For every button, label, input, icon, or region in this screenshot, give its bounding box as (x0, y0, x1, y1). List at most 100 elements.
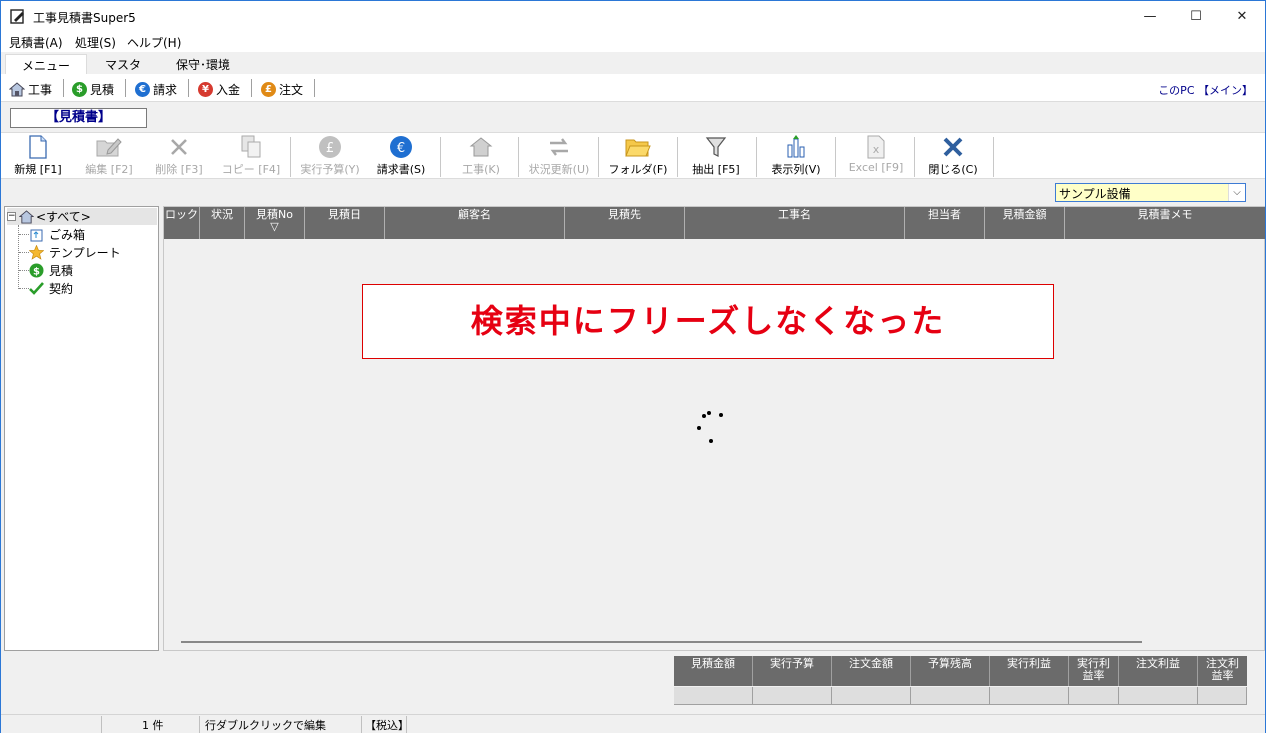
delete-button[interactable]: 削除 [F3] (147, 135, 211, 177)
status-divider (361, 716, 362, 733)
pound-coin-icon: £ (261, 81, 276, 97)
tree-item-estimate[interactable]: $ 見積 (29, 262, 73, 279)
pound-coin-icon: £ (319, 136, 341, 158)
tab-menu[interactable]: メニュー (5, 54, 87, 74)
column-estimate-amount[interactable]: 見積金額 (985, 207, 1065, 239)
summary-header-execution-margin: 実行利 益率 (1069, 656, 1119, 686)
euro-coin-icon: € (135, 81, 150, 97)
excel-button[interactable]: x Excel [F9] (842, 135, 910, 177)
menu-bar: 見積書(A) 処理(S) ヘルプ(H) (1, 32, 1265, 52)
nav-divider (188, 79, 189, 97)
edit-button[interactable]: 編集 [F2] (77, 135, 141, 177)
folder-tree: − <すべて> ごみ箱 テンプレート $ 見積 契約 (4, 206, 159, 651)
action-toolbar: 新規 [F1] 編集 [F2] 削除 [F3] コピー [F4] £ 実行予算(… (1, 132, 1265, 179)
folder-button[interactable]: フォルダ(F) (604, 135, 672, 177)
menu-estimate[interactable]: 見積書(A) (9, 34, 63, 51)
company-select-value: サンプル設備 (1059, 187, 1131, 201)
columns-chart-icon (787, 135, 805, 158)
record-count: 1 件 (142, 719, 164, 732)
refresh-arrows-icon (550, 138, 568, 156)
tree-item-template[interactable]: テンプレート (29, 244, 121, 261)
nav-bar: 工事 $ 見積 € 請求 ¥ 入金 £ 注文 このPC 【メイン】 (1, 74, 1265, 102)
status-hint: 行ダブルクリックで編集 (205, 719, 326, 732)
menu-process[interactable]: 処理(S) (75, 34, 116, 51)
app-logo-icon (10, 9, 24, 24)
close-button[interactable]: 閉じる(C) (921, 135, 985, 177)
toolbar-divider (290, 137, 291, 177)
toolbar-divider (677, 137, 678, 177)
dollar-coin-icon: $ (72, 81, 87, 97)
tax-indicator: 【税込】 (365, 719, 409, 732)
grid-header: ロック 状況 見積No ▽ 見積日 顧客名 見積先 工事名 担当者 見積金額 見… (164, 207, 1265, 239)
minimize-button[interactable]: — (1127, 1, 1173, 32)
nav-construction[interactable]: 工事 (9, 80, 52, 98)
section-title: 【見積書】 (10, 108, 147, 128)
column-estimate-date[interactable]: 見積日 (305, 207, 385, 239)
column-person-in-charge[interactable]: 担当者 (905, 207, 985, 239)
toolbar-divider (598, 137, 599, 177)
star-icon (29, 245, 44, 260)
tree-root-all[interactable]: − <すべて> (7, 208, 157, 225)
close-window-button[interactable]: ✕ (1219, 1, 1265, 32)
nav-construction-label: 工事 (28, 82, 53, 97)
toolbar-divider (914, 137, 915, 177)
house-icon (469, 137, 493, 157)
nav-divider (314, 79, 315, 97)
display-columns-button[interactable]: 表示列(V) (764, 135, 828, 177)
summary-value-cell (674, 687, 753, 705)
company-select[interactable]: サンプル設備 ⌵ (1055, 183, 1246, 202)
column-estimate-memo[interactable]: 見積書メモ (1065, 207, 1265, 239)
summary-value-cell (1119, 687, 1198, 705)
tree-connector (19, 288, 29, 289)
location-label: このPC 【メイン】 (1158, 84, 1253, 97)
summary-header-estimate-amount: 見積金額 (674, 656, 753, 686)
column-estimate-no[interactable]: 見積No ▽ (245, 207, 305, 239)
column-lock[interactable]: ロック (164, 207, 200, 239)
tab-master[interactable]: マスタ (91, 54, 155, 74)
maximize-button[interactable]: ☐ (1173, 1, 1219, 32)
new-button[interactable]: 新規 [F1] (7, 135, 69, 177)
tree-connector (19, 252, 29, 253)
summary-value-cell (990, 687, 1069, 705)
nav-billing[interactable]: € 請求 (135, 80, 177, 98)
status-divider (101, 716, 102, 733)
nav-order-label: 注文 (279, 82, 304, 97)
status-update-button[interactable]: 状況更新(U) (524, 135, 594, 177)
collapse-icon[interactable]: − (7, 212, 16, 221)
nav-order[interactable]: £ 注文 (261, 80, 303, 98)
column-estimate-recipient[interactable]: 見積先 (565, 207, 685, 239)
window-title: 工事見積書Super5 (33, 11, 136, 25)
house-icon (9, 81, 25, 96)
summary-value-cell (911, 687, 990, 705)
tree-connector (19, 270, 29, 271)
column-customer[interactable]: 顧客名 (385, 207, 565, 239)
nav-estimate-label: 見積 (90, 82, 115, 97)
folder-icon (625, 139, 651, 157)
loading-spinner-icon (694, 409, 728, 445)
tab-maintenance[interactable]: 保守･環境 (165, 54, 241, 74)
chevron-down-icon[interactable]: ⌵ (1228, 184, 1245, 201)
menu-help[interactable]: ヘルプ(H) (127, 34, 181, 51)
summary-value-cell (753, 687, 832, 705)
delete-x-icon (171, 139, 187, 155)
tree-item-contract[interactable]: 契約 (29, 280, 73, 297)
summary-header-order-amount: 注文金額 (832, 656, 911, 686)
construction-button[interactable]: 工事(K) (452, 135, 510, 177)
column-status[interactable]: 状況 (200, 207, 245, 239)
horizontal-scrollbar[interactable] (181, 641, 1142, 643)
copy-button[interactable]: コピー [F4] (216, 135, 286, 177)
nav-estimate[interactable]: $ 見積 (72, 80, 114, 98)
summary-header-execution-budget: 実行予算 (753, 656, 832, 686)
summary-value-cell (1069, 687, 1119, 705)
new-document-icon (29, 135, 47, 159)
summary-table: 見積金額 実行予算 注文金額 予算残高 実行利益 実行利 益率 注文利益 注文利… (674, 656, 1247, 706)
summary-header-execution-profit: 実行利益 (990, 656, 1069, 686)
column-project-name[interactable]: 工事名 (685, 207, 905, 239)
tree-item-trash[interactable]: ごみ箱 (29, 226, 85, 243)
execution-budget-button[interactable]: £ 実行予算(Y) (294, 135, 366, 177)
extract-button[interactable]: 抽出 [F5] (685, 135, 747, 177)
nav-payment[interactable]: ¥ 入金 (198, 80, 240, 98)
invoice-button[interactable]: € 請求書(S) (370, 135, 432, 177)
main-tabs: メニュー マスタ 保守･環境 (1, 52, 1265, 74)
toolbar-divider (835, 137, 836, 177)
